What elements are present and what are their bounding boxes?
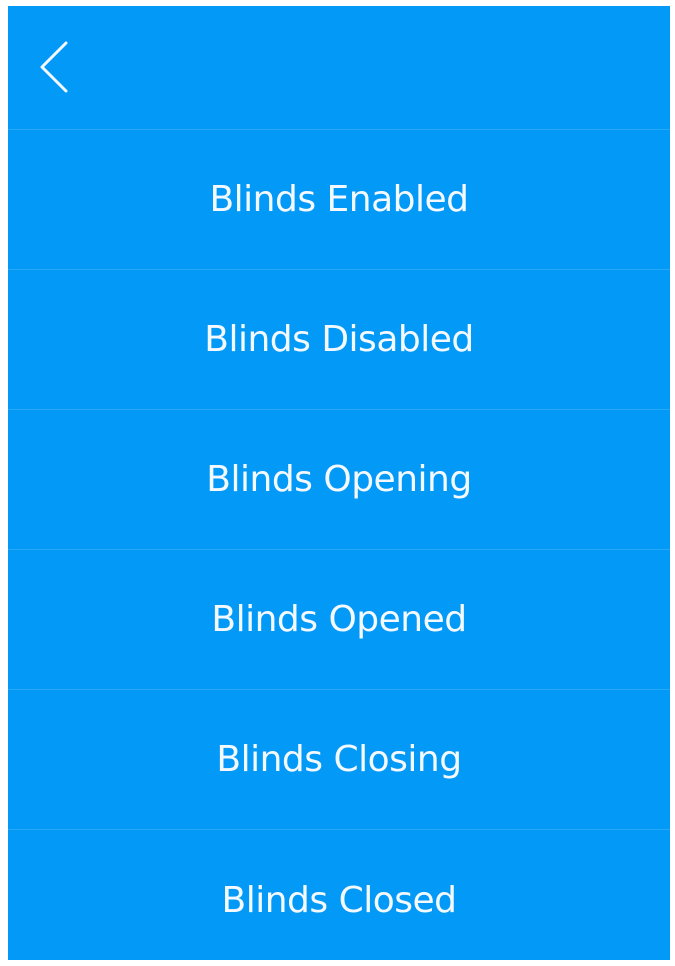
menu-item-blinds-closed[interactable]: Blinds Closed — [8, 830, 670, 960]
menu-item-blinds-enabled[interactable]: Blinds Enabled — [8, 130, 670, 270]
menu-item-label: Blinds Opened — [211, 599, 467, 640]
menu-item-blinds-opened[interactable]: Blinds Opened — [8, 550, 670, 690]
header-bar — [8, 6, 670, 130]
blinds-status-menu: Blinds Enabled Blinds Disabled Blinds Op… — [8, 130, 670, 960]
menu-item-label: Blinds Closed — [221, 879, 458, 921]
back-button[interactable] — [30, 28, 78, 106]
chevron-left-icon — [40, 41, 68, 93]
menu-item-blinds-closing[interactable]: Blinds Closing — [8, 690, 670, 830]
menu-item-blinds-opening[interactable]: Blinds Opening — [8, 410, 670, 550]
menu-item-label: Blinds Opening — [206, 459, 472, 500]
menu-item-label: Blinds Closing — [216, 739, 462, 780]
blinds-status-screen: Blinds Enabled Blinds Disabled Blinds Op… — [8, 6, 670, 960]
menu-item-blinds-disabled[interactable]: Blinds Disabled — [8, 270, 670, 410]
menu-item-label: Blinds Enabled — [209, 179, 469, 220]
menu-item-label: Blinds Disabled — [204, 319, 474, 360]
